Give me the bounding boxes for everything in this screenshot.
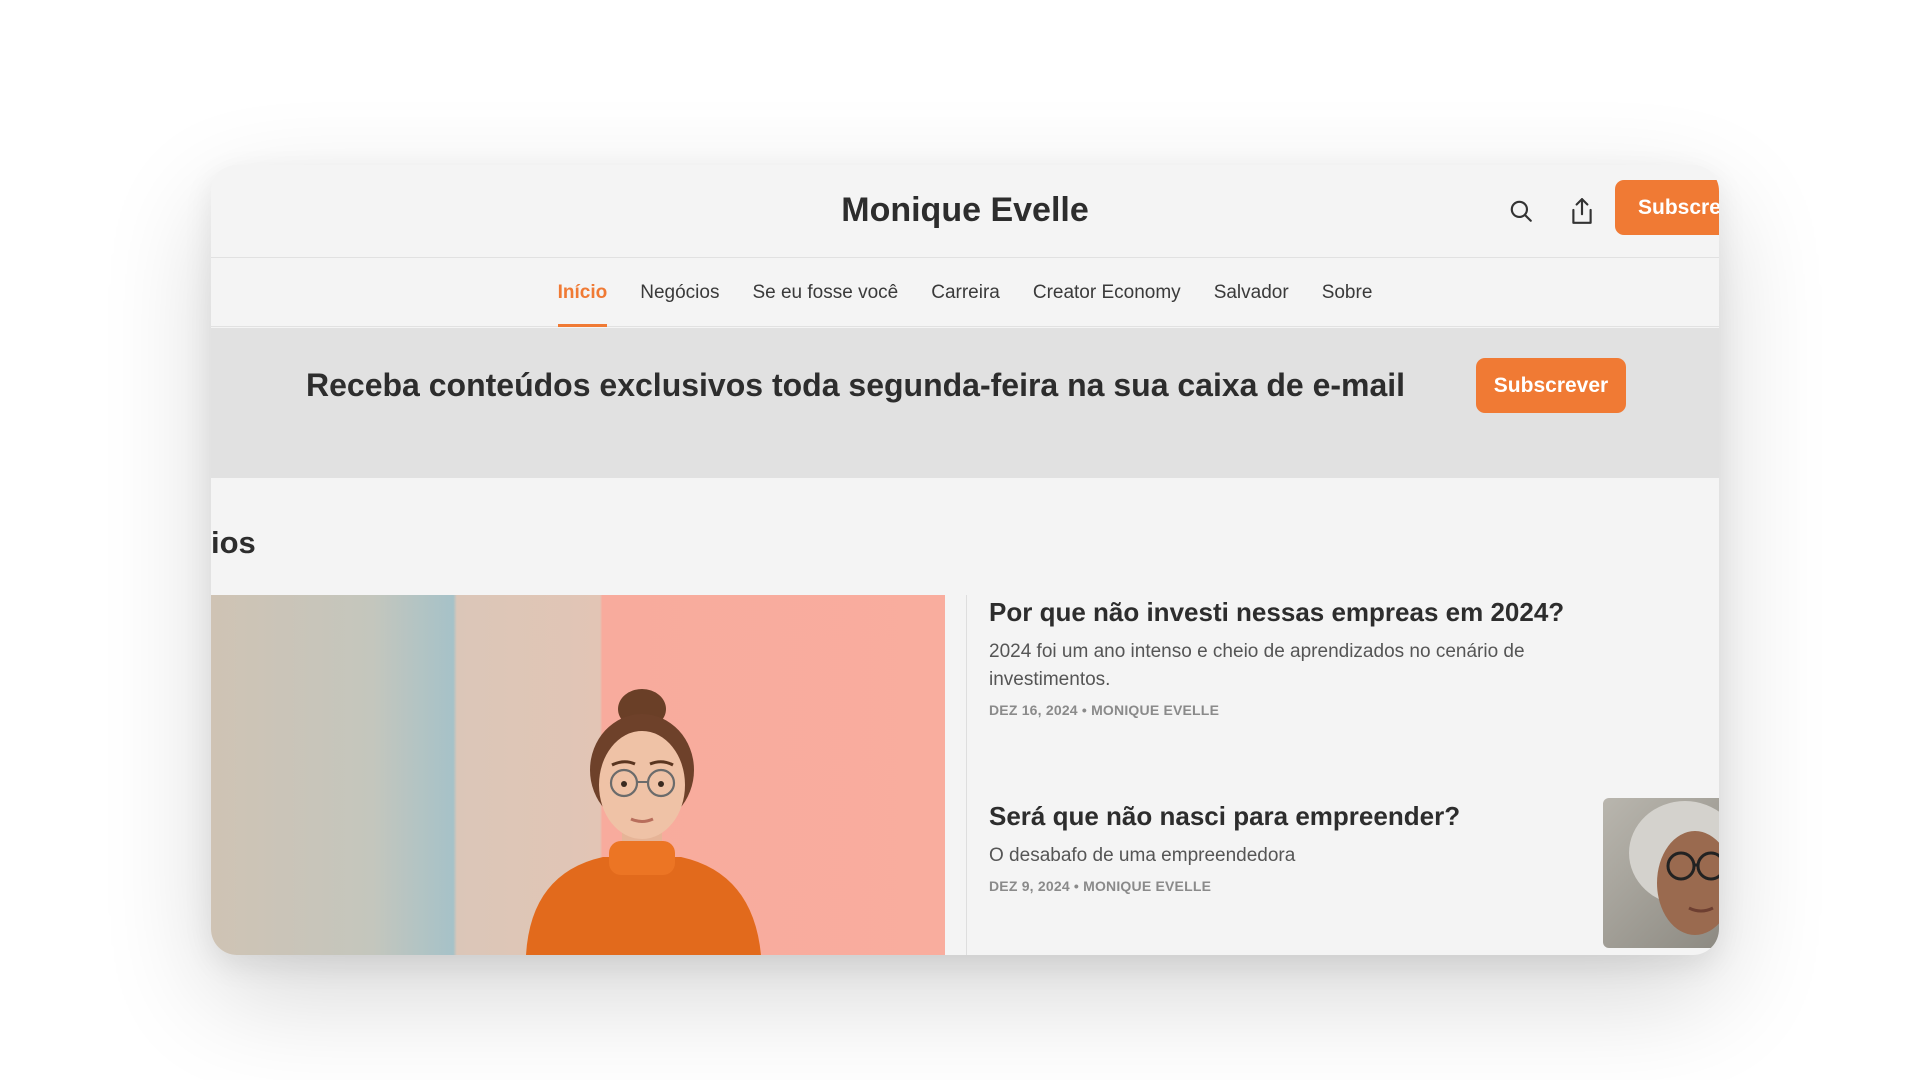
banner-subscribe-button[interactable]: Subscrever xyxy=(1476,358,1626,413)
post-title[interactable]: Por que não investi nessas empreas em 20… xyxy=(989,597,1569,628)
site-title[interactable]: Monique Evelle xyxy=(211,191,1719,230)
post-thumbnail[interactable] xyxy=(1603,798,1719,948)
nav-item-inicio[interactable]: Início xyxy=(557,259,607,327)
section-title: ios xyxy=(211,525,256,560)
post-item[interactable]: Por que não investi nessas empreas em 20… xyxy=(989,597,1569,718)
post-subtitle: 2024 foi um ano intenso e cheio de apren… xyxy=(989,641,1525,690)
nav-item-negocios[interactable]: Negócios xyxy=(640,259,719,327)
featured-post-image[interactable] xyxy=(211,595,945,955)
subscribe-banner: Receba conteúdos exclusivos toda segunda… xyxy=(211,328,1719,478)
post-meta: DEZ 16, 2024 • MONIQUE EVELLE xyxy=(989,702,1220,718)
browser-window: Monique Evelle Subscrever Início Negócio… xyxy=(211,165,1719,955)
nav-item-sobre[interactable]: Sobre xyxy=(1322,259,1373,327)
main-nav: Início Negócios Se eu fosse você Carreir… xyxy=(211,259,1719,327)
woman-portrait-illustration xyxy=(526,689,761,955)
site-header: Monique Evelle Subscrever xyxy=(211,165,1719,258)
post-title[interactable]: Será que não nasci para empreender? xyxy=(989,801,1569,832)
content-divider xyxy=(966,595,967,955)
header-subscribe-button[interactable]: Subscrever xyxy=(1615,180,1719,235)
post-meta: DEZ 9, 2024 • MONIQUE EVELLE xyxy=(989,878,1212,894)
older-woman-portrait-illustration xyxy=(1629,801,1719,935)
post-subtitle: O desabafo de uma empreendedora xyxy=(989,845,1296,866)
nav-item-creator-economy[interactable]: Creator Economy xyxy=(1033,259,1181,327)
nav-item-salvador[interactable]: Salvador xyxy=(1214,259,1289,327)
nav-item-carreira[interactable]: Carreira xyxy=(931,259,1000,327)
banner-text: Receba conteúdos exclusivos toda segunda… xyxy=(306,367,1406,403)
search-icon[interactable] xyxy=(1501,191,1541,231)
share-icon[interactable] xyxy=(1562,191,1602,231)
post-item[interactable]: Será que não nasci para empreender? O de… xyxy=(989,801,1569,894)
nav-item-se-eu-fosse-voce[interactable]: Se eu fosse você xyxy=(752,259,898,327)
